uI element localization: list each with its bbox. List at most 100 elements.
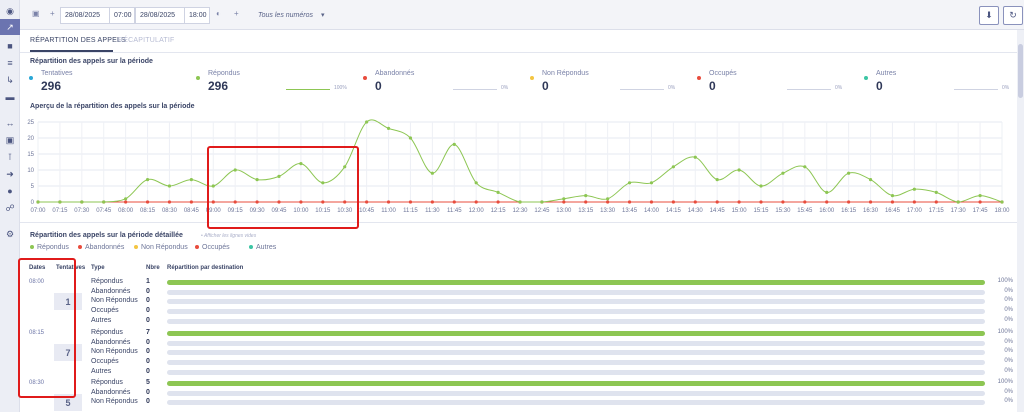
stat-value: 0 (709, 79, 716, 93)
contrast-icon[interactable]: ◐ (216, 9, 221, 18)
x-tick-label: 12:15 (491, 208, 507, 214)
data-point (912, 200, 916, 204)
stat-value: 0 (542, 79, 549, 93)
data-point (562, 200, 566, 204)
data-point (518, 200, 522, 204)
chart-icon[interactable]: ↗ (0, 19, 20, 35)
distribution-bar (167, 360, 985, 366)
data-point (781, 200, 785, 204)
data-point (496, 200, 500, 204)
data-point (386, 126, 391, 130)
time-to-field[interactable]: 18:00 (184, 7, 210, 24)
header-repartition: Répartition par destination (167, 265, 244, 271)
branch-icon[interactable]: ⊺ (4, 151, 16, 163)
save-icon[interactable]: ■ (4, 40, 16, 52)
distribution-bar (167, 289, 985, 295)
data-point (80, 200, 84, 204)
data-point (627, 181, 632, 185)
scrollbar-thumb[interactable] (1018, 44, 1023, 98)
gear-icon[interactable]: ⚙ (4, 228, 16, 240)
data-point (781, 171, 785, 175)
route-icon[interactable]: ↳ (4, 74, 16, 86)
stat-percent: 0% (501, 85, 509, 91)
time-from-field[interactable]: 07:00 (109, 7, 135, 24)
data-point (868, 200, 873, 204)
row-type: Non Répondus (91, 398, 138, 406)
x-tick-label: 18:00 (994, 208, 1010, 214)
status-dot (530, 76, 534, 80)
stat-progress-line (620, 89, 664, 90)
data-point (606, 200, 610, 204)
filter-icon[interactable]: ≡ (4, 57, 16, 69)
x-tick-label: 17:00 (907, 208, 923, 214)
x-tick-label: 14:30 (688, 208, 704, 214)
status-dot (196, 76, 200, 80)
stat-value: 0 (876, 79, 883, 93)
stat-percent: 0% (835, 85, 843, 91)
data-point (978, 200, 982, 204)
status-dot (697, 76, 701, 80)
stat-progress-line (286, 89, 330, 90)
detail-title: Répartition des appels sur la période dé… (30, 232, 183, 239)
legend-item[interactable]: Abandonnés (78, 244, 124, 251)
legend-item[interactable]: Autres (249, 244, 276, 251)
y-tick-label: 15 (27, 152, 34, 158)
row-type: Occupés (91, 358, 119, 366)
download-button[interactable]: ⬇ (979, 6, 999, 25)
plus-icon[interactable]: + (234, 9, 239, 18)
data-point (584, 194, 588, 198)
distribution-bar-fill (167, 331, 985, 336)
legend-item[interactable]: Non Répondus (134, 244, 188, 251)
data-point (868, 178, 873, 182)
data-point (167, 200, 172, 204)
row-count: 1 (146, 278, 150, 285)
row-percent: 0% (1004, 358, 1013, 365)
stat-2: Abandonnés 0 0% (363, 70, 523, 94)
folder-icon[interactable]: ▬ (4, 91, 16, 103)
summary-title: Répartition des appels sur la période (30, 58, 153, 65)
data-point (825, 190, 829, 194)
data-point (715, 200, 719, 204)
legend-item[interactable]: Occupés (195, 244, 230, 251)
row-count: 0 (146, 367, 150, 375)
distribution-bar (167, 390, 985, 396)
x-tick-label: 08:00 (118, 208, 134, 214)
plus-icon[interactable]: + (50, 9, 55, 18)
row-type: Répondus (91, 329, 123, 336)
row-type: Occupés (91, 307, 119, 315)
x-tick-label: 11:15 (403, 208, 418, 214)
row-type: Abandonnés (91, 338, 131, 346)
distribution-bar-fill (167, 381, 985, 386)
headset-icon[interactable]: ☍ (4, 202, 16, 214)
calendar-icon[interactable]: ▣ (4, 134, 16, 146)
date-to-field[interactable]: 28/08/2025 (135, 7, 185, 24)
legend-item[interactable]: Répondus (30, 244, 69, 251)
x-tick-label: 13:15 (578, 208, 594, 214)
show-empty-rows-link[interactable]: • Afficher les lignes vides (201, 233, 256, 239)
calendar-icon[interactable]: ▣ (32, 9, 40, 18)
row-type: Non Répondus (91, 348, 138, 356)
distribution-bar (167, 331, 985, 336)
data-point (474, 181, 478, 185)
data-point (562, 197, 566, 201)
x-tick-label: 07:45 (96, 208, 112, 214)
data-point (102, 200, 106, 204)
refresh-button[interactable]: ↻ (1003, 6, 1023, 25)
data-point (1000, 200, 1004, 204)
x-tick-label: 08:30 (162, 208, 178, 214)
forward-icon[interactable]: ➜ (4, 168, 16, 180)
eye-icon[interactable]: ◉ (4, 5, 16, 17)
numbers-select[interactable]: Tous les numéros ▾ (258, 11, 324, 19)
users-icon[interactable]: ● (4, 185, 16, 197)
tab-recapitulatif[interactable]: RÉCAPITULATIF (118, 37, 175, 44)
status-dot (29, 76, 33, 80)
tab-repartition[interactable]: RÉPARTITION DES APPELS (30, 37, 126, 44)
x-tick-label: 14:00 (644, 208, 660, 214)
row-count: 0 (146, 297, 150, 305)
row-type: Répondus (91, 379, 123, 386)
transfer-icon[interactable]: ↔ (4, 117, 16, 129)
highlight-box (207, 146, 359, 229)
date-from-field[interactable]: 28/08/2025 (60, 7, 110, 24)
stat-label: Non Répondus (542, 70, 589, 77)
x-tick-label: 14:15 (666, 208, 682, 214)
